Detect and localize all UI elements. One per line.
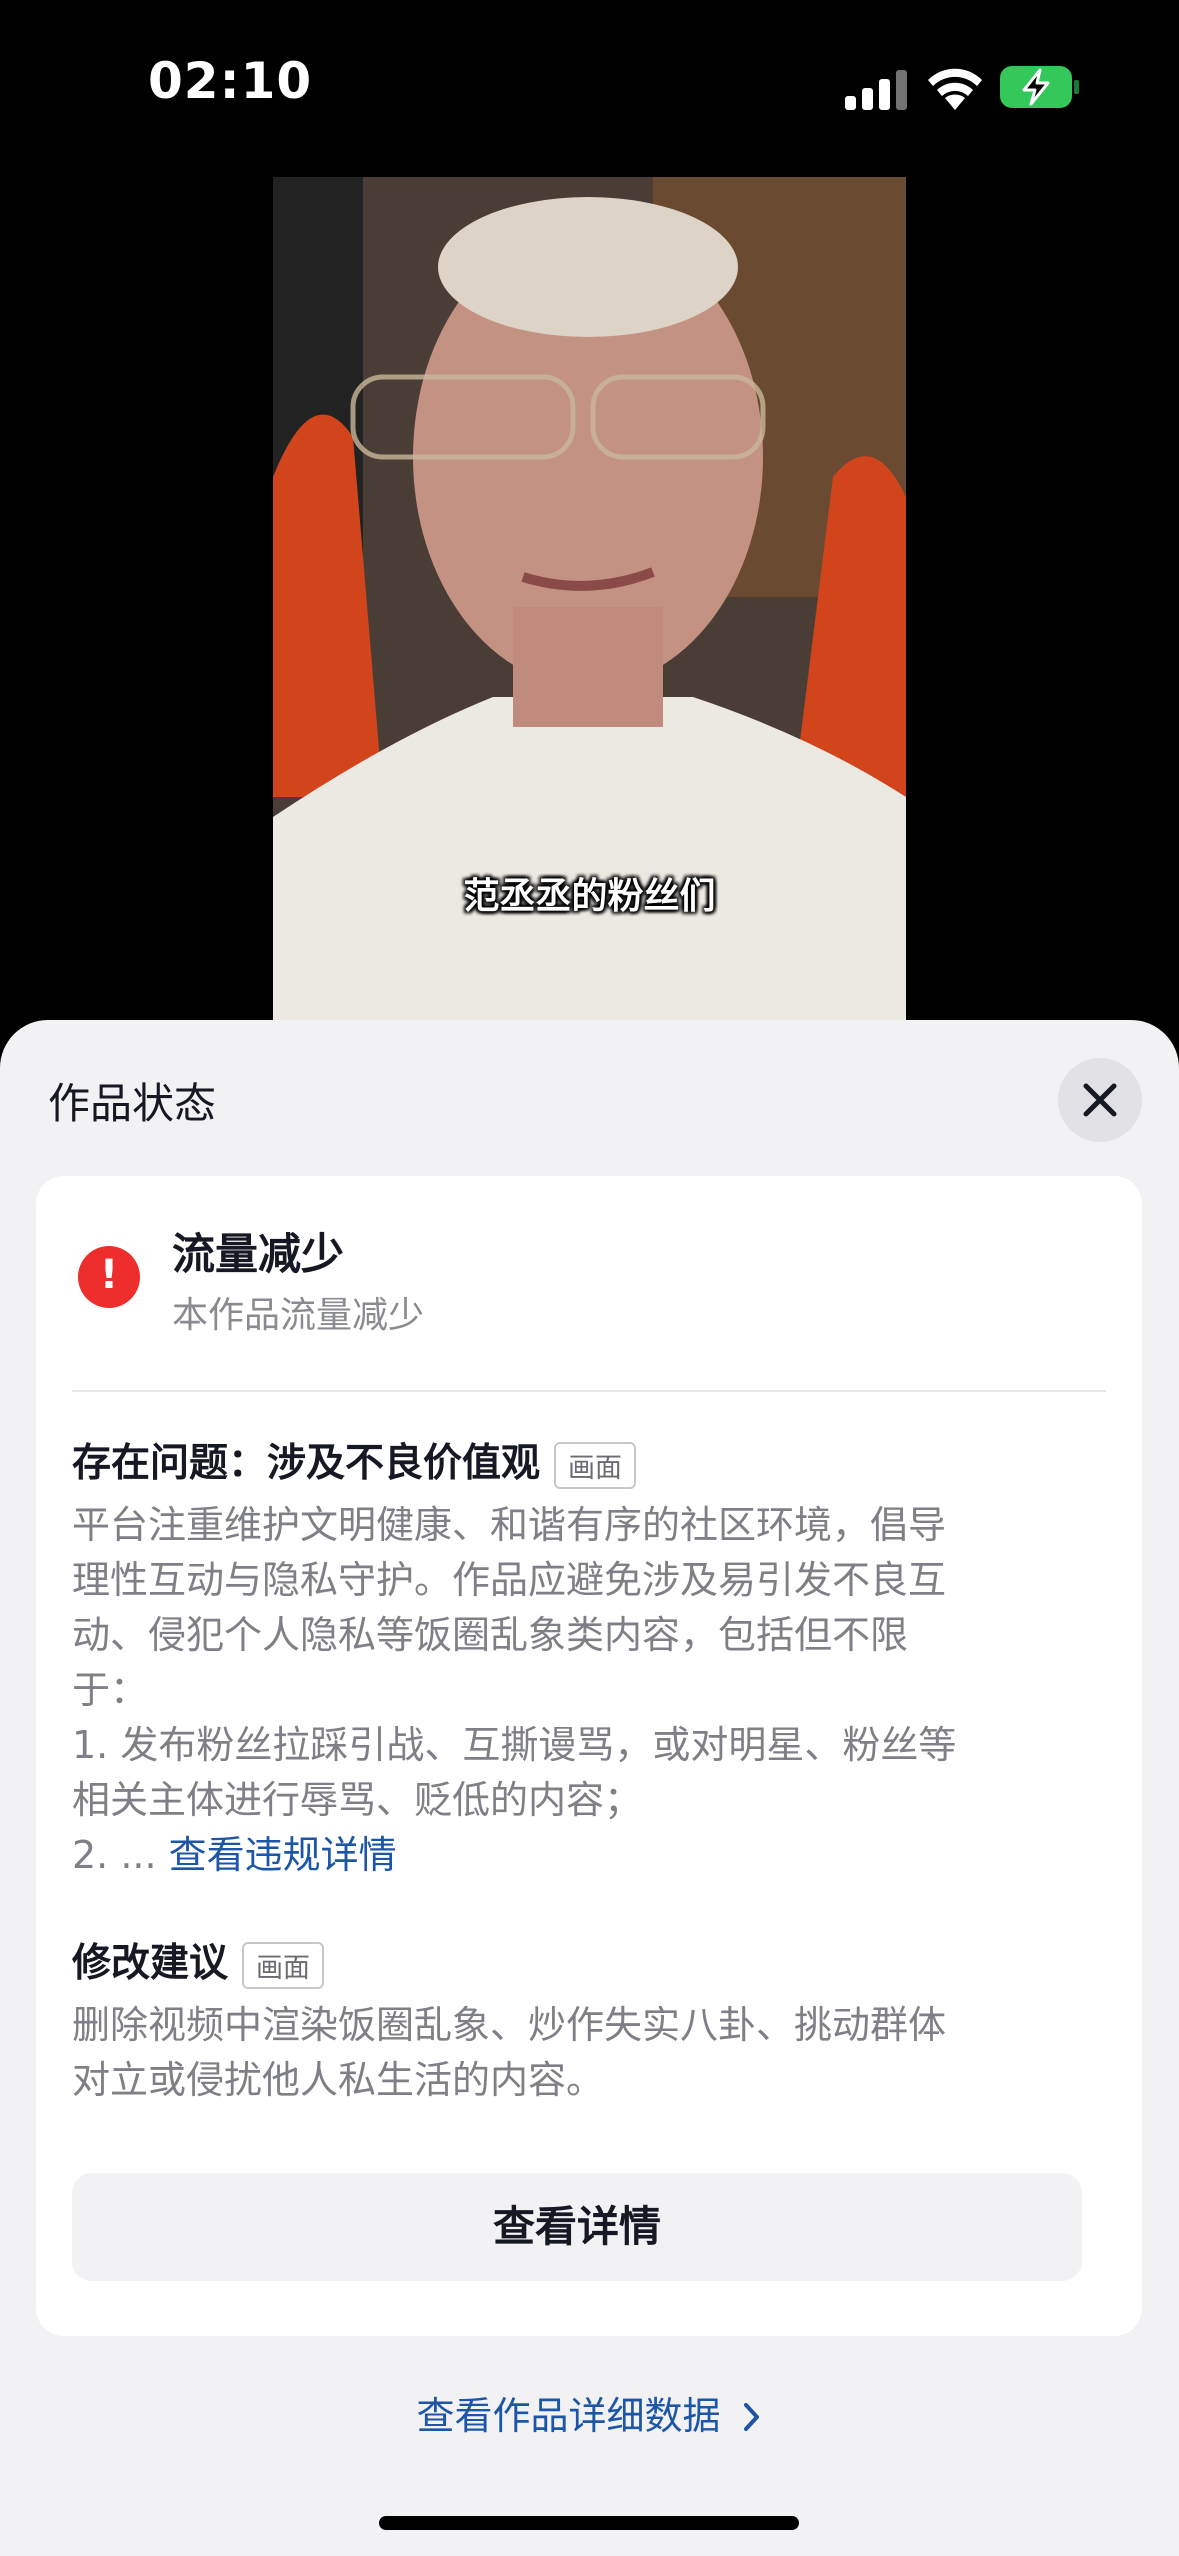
issue-tag: 画面	[554, 1442, 637, 1489]
close-button[interactable]	[1058, 1058, 1142, 1142]
issue-line-last: 2. ... 查看违规详情	[72, 1828, 1112, 1883]
chevron-right-icon	[743, 2403, 759, 2431]
exclamation-icon: !	[78, 1246, 140, 1308]
suggestion-description: 删除视频中渲染饭圈乱象、炒作失实八卦、挑动群体 对立或侵扰他人私生活的内容。	[72, 1998, 1112, 2108]
suggestion-heading-text: 修改建议	[72, 1941, 229, 1986]
exclamation-symbol: !	[99, 1252, 119, 1298]
issue-line: 于：	[72, 1668, 149, 1712]
view-work-data-label: 查看作品详细数据	[416, 2394, 721, 2438]
suggestion-tag: 画面	[242, 1942, 325, 1989]
status-bar: 02:10	[0, 0, 1179, 170]
close-icon	[1083, 1083, 1117, 1117]
sheet-title: 作品状态	[48, 1079, 217, 1128]
view-violation-link[interactable]: 查看违规详情	[169, 1833, 397, 1877]
issue-line: 1. 发布粉丝拉踩引战、互撕谩骂，或对明星、粉丝等	[72, 1723, 957, 1767]
issue-line-prefix: 2. ...	[72, 1833, 169, 1877]
view-details-button[interactable]: 查看详情	[72, 2173, 1082, 2281]
suggestion-line: 对立或侵扰他人私生活的内容。	[72, 2058, 605, 2102]
issue-line: 理性互动与隐私守护。作品应避免涉及易引发不良互	[72, 1558, 947, 1602]
status-time: 02:10	[148, 52, 313, 110]
home-indicator	[379, 2516, 799, 2530]
battery-charging-icon	[1000, 66, 1079, 108]
divider	[72, 1390, 1106, 1392]
suggestion-line: 删除视频中渲染饭圈乱象、炒作失实八卦、挑动群体	[72, 2003, 947, 2047]
video-caption: 范丞丞的粉丝们	[463, 876, 716, 917]
view-work-data-link[interactable]: 查看作品详细数据	[0, 2385, 1179, 2440]
suggestion-heading: 修改建议 画面	[72, 1932, 325, 1989]
status-card: ! 流量减少 本作品流量减少 存在问题：涉及不良价值观 画面 平台注重维护文明健康…	[36, 1176, 1142, 2336]
issue-line: 平台注重维护文明健康、和谐有序的社区环境，倡导	[72, 1503, 947, 1547]
cellular-signal-icon	[845, 70, 907, 110]
work-status-sheet: 作品状态 ! 流量减少 本作品流量减少 存在问题：涉及不良价值观 画面 平台注重维…	[0, 1020, 1179, 2556]
issue-description: 平台注重维护文明健康、和谐有序的社区环境，倡导 理性互动与隐私守护。作品应避免涉…	[72, 1498, 1112, 1883]
wifi-icon	[928, 68, 982, 110]
status-subtitle: 本作品流量减少	[172, 1295, 425, 1336]
issue-line: 动、侵犯个人隐私等饭圈乱象类内容，包括但不限	[72, 1613, 909, 1657]
issue-heading: 存在问题：涉及不良价值观 画面	[72, 1432, 637, 1489]
video-preview[interactable]: 范丞丞的粉丝们	[273, 177, 906, 1020]
status-title: 流量减少	[172, 1230, 344, 1280]
issue-heading-text: 存在问题：涉及不良价值观	[72, 1441, 541, 1486]
issue-line: 相关主体进行辱骂、贬低的内容；	[72, 1778, 643, 1822]
